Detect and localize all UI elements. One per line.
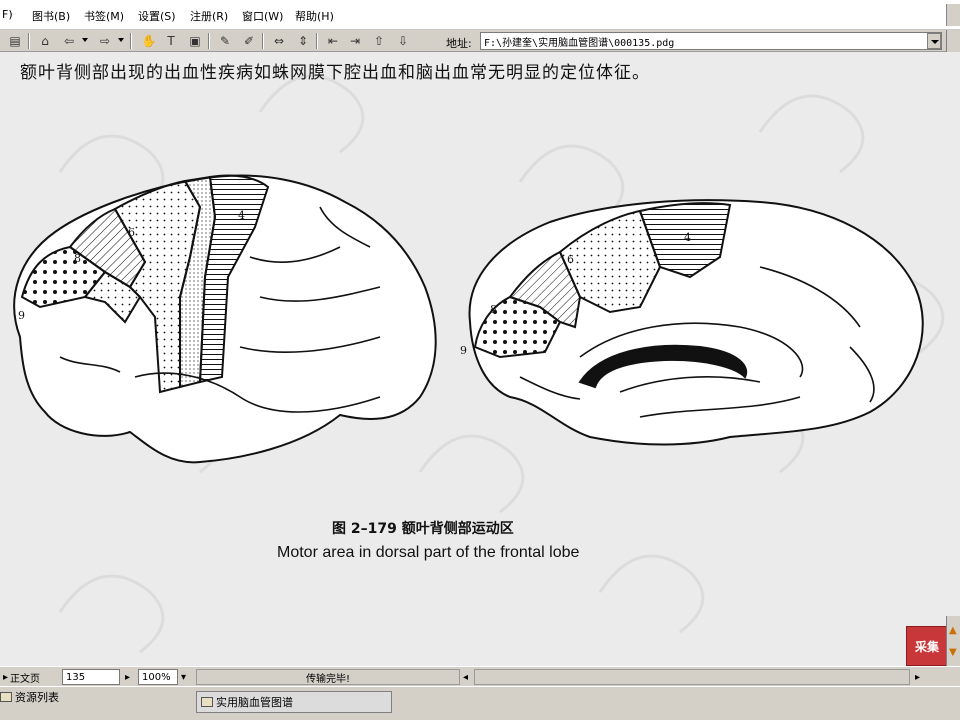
first-page-icon[interactable]: ⇤ [324, 32, 342, 50]
reader-window: F) 图书(B) 书签(M) 设置(S) 注册(R) 窗口(W) 帮助(H) ▤… [0, 0, 960, 720]
page-mode-label: 正文页 [10, 673, 41, 685]
goto-page-icon[interactable]: ▸ [122, 669, 136, 685]
app-logo: 采集 [906, 626, 948, 666]
figure-caption-cn: 图 2–179 额叶背侧部运动区 [332, 521, 514, 537]
menu-bookmarks[interactable]: 书签(M) [84, 8, 124, 24]
annotate-icon[interactable]: ✎ [216, 32, 234, 50]
scroll-left-icon[interactable]: ◂ [460, 669, 474, 685]
page-up-icon[interactable]: ▲ [949, 626, 959, 636]
menu-file[interactable]: F) [2, 8, 13, 21]
status-bar: ▸ 正文页 135 ▸ 100% ▾ 传输完毕! ◂ ▸ [0, 666, 960, 686]
select-region-icon[interactable]: ▣ [186, 32, 204, 50]
address-dropdown-icon[interactable] [927, 33, 941, 49]
forward-dropdown-icon[interactable] [118, 38, 124, 42]
page-down-icon[interactable]: ▼ [949, 648, 959, 658]
lateral-label-8: 8 [74, 252, 81, 265]
page-number-input[interactable]: 135 [62, 669, 120, 685]
zoom-dropdown-icon[interactable]: ▾ [178, 669, 194, 685]
medial-label-9: 9 [460, 344, 467, 357]
highlight-icon[interactable]: ✐ [240, 32, 258, 50]
folder-icon [0, 692, 12, 702]
book-icon [201, 697, 213, 707]
document-tab[interactable]: 实用脑血管图谱 [196, 691, 392, 713]
scroll-right-icon[interactable]: ▸ [912, 669, 926, 685]
body-text: 额叶背侧部出现的出血性疾病如蛛网膜下腔出血和脑出血常无明显的定位体征。 [20, 63, 650, 83]
address-label: 地址: [446, 37, 472, 50]
text-tool-icon[interactable]: T [162, 32, 180, 50]
taskbar: 资源列表 实用脑血管图谱 [0, 686, 960, 720]
menu-bar: F) 图书(B) 书签(M) 设置(S) 注册(R) 窗口(W) 帮助(H) [0, 0, 960, 30]
page-nav: ▲ ▼ [946, 616, 960, 666]
medial-brain [468, 199, 924, 446]
fit-height-icon[interactable]: ⇕ [294, 32, 312, 50]
hand-tool-icon[interactable]: ✋ [140, 32, 158, 50]
toolbar-separator [208, 33, 210, 49]
medial-label-4: 4 [684, 231, 691, 244]
fit-width-icon[interactable]: ⇔ [270, 32, 288, 50]
horizontal-scrollbar[interactable] [474, 669, 910, 685]
menu-books[interactable]: 图书(B) [32, 8, 70, 24]
lateral-label-4: 4 [238, 209, 245, 222]
menu-settings[interactable]: 设置(S) [138, 8, 176, 24]
last-page-icon[interactable]: ⇥ [346, 32, 364, 50]
toc-icon[interactable]: ▤ [6, 32, 24, 50]
prev-page-icon[interactable]: ⇧ [370, 32, 388, 50]
back-icon[interactable]: ⇦ [60, 32, 78, 50]
toolbar-separator [28, 33, 30, 49]
window-control[interactable] [946, 4, 960, 26]
forward-icon[interactable]: ⇨ [96, 32, 114, 50]
menu-help[interactable]: 帮助(H) [295, 8, 334, 24]
document-tab-label: 实用脑血管图谱 [216, 696, 293, 709]
resource-list-tab[interactable]: 资源列表 [0, 689, 190, 705]
toolbar-separator [316, 33, 318, 49]
lateral-brain [13, 174, 437, 464]
next-page-icon[interactable]: ⇩ [394, 32, 412, 50]
document-view[interactable]: 额叶背侧部出现的出血性疾病如蛛网膜下腔出血和脑出血常无明显的定位体征。 9 8 … [0, 52, 960, 666]
lateral-label-6: 6 [128, 226, 135, 239]
address-input[interactable]: F:\孙建奎\实用脑血管图谱\000135.pdg [480, 32, 942, 50]
medial-label-6: 6 [567, 253, 574, 266]
toolbar: ▤ ⌂ ⇦ ⇨ ✋ T ▣ ✎ ✐ ⇔ ⇕ ⇤ ⇥ ⇧ ⇩ 地址: F:\孙建奎… [0, 30, 960, 52]
zoom-input[interactable]: 100% [138, 669, 178, 685]
figure-caption-en: Motor area in dorsal part of the frontal… [277, 544, 580, 561]
lateral-label-9: 9 [18, 309, 25, 322]
resource-list-label: 资源列表 [15, 691, 59, 704]
brain-figure: 9 8 6 4 9 8 6 4 [13, 174, 924, 464]
toolbar-edge [946, 30, 960, 52]
medial-label-8: 8 [490, 303, 497, 316]
toolbar-separator [130, 33, 132, 49]
back-dropdown-icon[interactable] [82, 38, 88, 42]
menu-window[interactable]: 窗口(W) [242, 8, 283, 24]
toolbar-separator [262, 33, 264, 49]
home-icon[interactable]: ⌂ [36, 32, 54, 50]
menu-register[interactable]: 注册(R) [190, 8, 228, 24]
page-mode-select[interactable]: ▸ 正文页 [0, 669, 60, 685]
status-text: 传输完毕! [196, 669, 460, 685]
